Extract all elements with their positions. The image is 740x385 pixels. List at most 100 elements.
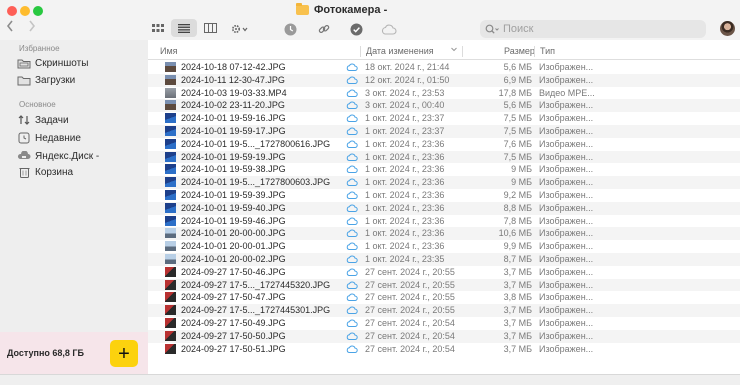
zoom-window-button[interactable] — [33, 6, 43, 16]
table-row[interactable]: 2024-10-01 19-5..._1727800616.JPG 1 окт. … — [148, 138, 740, 151]
table-row[interactable]: 2024-10-18 07-12-42.JPG 18 окт. 2024 г., … — [148, 61, 740, 74]
cloud-icon — [346, 202, 358, 214]
file-type: Изображен... — [539, 253, 594, 264]
photo-red-icon — [165, 279, 176, 290]
cloud-icon — [346, 138, 358, 150]
file-name: 2024-10-18 07-12-42.JPG — [181, 62, 286, 72]
cloud-icon — [346, 112, 358, 124]
table-row[interactable]: 2024-10-02 23-11-20.JPG 3 окт. 2024 г., 0… — [148, 99, 740, 113]
cloud-icon — [346, 74, 358, 86]
cloud-icon — [346, 215, 358, 227]
table-row[interactable]: 2024-10-01 19-59-16.JPG 1 окт. 2024 г., 2… — [148, 112, 740, 125]
photo-blue-icon — [165, 189, 176, 200]
cloud-icon — [381, 24, 397, 35]
table-row[interactable]: 2024-09-27 17-5..._1727445320.JPG 27 сент… — [148, 278, 740, 292]
table-row[interactable]: 2024-10-01 19-59-38.JPG 1 окт. 2024 г., 2… — [148, 163, 740, 176]
table-row[interactable]: 2024-10-01 19-59-19.JPG 1 окт. 2024 г., 2… — [148, 150, 740, 164]
grid-view-icon — [152, 23, 164, 32]
file-name: 2024-10-01 19-59-46.JPG — [181, 215, 286, 226]
chevron-right-icon[interactable] — [28, 20, 36, 36]
column-type[interactable]: Тип — [540, 46, 555, 56]
table-row[interactable]: 2024-10-01 19-59-40.JPG 1 окт. 2024 г., 2… — [148, 201, 740, 215]
column-size[interactable]: Размер — [504, 46, 535, 56]
column-divider[interactable] — [534, 46, 535, 57]
cloud-icon — [346, 291, 358, 303]
close-window-button[interactable] — [7, 6, 17, 16]
minimize-window-button[interactable] — [20, 6, 30, 16]
file-type: Изображен... — [539, 279, 594, 290]
cloud-icon — [346, 266, 358, 278]
file-size: 3,7 МБ — [503, 330, 532, 341]
photo-portrait-icon — [165, 74, 176, 85]
sidebar-item-label: Недавние — [35, 132, 81, 144]
plus-icon: + — [118, 342, 130, 365]
recents-button[interactable] — [282, 20, 298, 38]
table-row[interactable]: 2024-09-27 17-50-50.JPG 27 сент. 2024 г.,… — [148, 329, 740, 343]
photo-portrait-icon — [165, 62, 176, 72]
cloud-icon — [346, 151, 358, 163]
avatar[interactable] — [720, 21, 735, 36]
table-row[interactable]: 2024-10-11 12-30-47.JPG 12 окт. 2024 г., … — [148, 73, 740, 87]
table-row[interactable]: 2024-10-01 20-00-02.JPG 1 окт. 2024 г., 2… — [148, 252, 740, 266]
cloud-icon — [346, 227, 358, 239]
clock-icon — [284, 23, 296, 35]
table-row[interactable]: 2024-09-27 17-5..._1727445301.JPG 27 сент… — [148, 304, 740, 317]
window-title: Фотокамера - — [296, 3, 387, 17]
file-size: 7,5 МБ — [503, 113, 532, 124]
sidebar-item-tasks[interactable]: Задачи — [17, 112, 69, 128]
search-icon — [485, 24, 499, 34]
file-size: 3,7 МБ — [503, 317, 532, 328]
sidebar-item-recents[interactable]: Недавние — [17, 130, 81, 146]
photo-sky-icon — [165, 253, 176, 264]
grid-view-button[interactable] — [145, 19, 171, 37]
gear-menu-icon — [231, 24, 248, 34]
photo-blue-icon — [165, 215, 176, 226]
photo-blue-icon — [165, 164, 176, 175]
column-view-button[interactable] — [197, 19, 223, 37]
cloud-icon — [346, 176, 358, 188]
mark-done-button[interactable] — [348, 20, 364, 38]
chevron-left-icon[interactable] — [6, 20, 14, 36]
file-rows: 2024-10-18 07-12-42.JPG 18 окт. 2024 г., … — [148, 61, 740, 355]
sidebar-item-downloads[interactable]: Загрузки — [17, 72, 75, 88]
table-row[interactable]: 2024-10-01 19-59-39.JPG 1 окт. 2024 г., 2… — [148, 189, 740, 202]
file-size: 10,6 МБ — [498, 228, 532, 239]
table-row[interactable]: 2024-09-27 17-50-49.JPG 27 сент. 2024 г.,… — [148, 317, 740, 330]
list-view-button[interactable] — [171, 19, 197, 37]
file-name: 2024-10-03 19-03-33.MP4 — [181, 87, 287, 98]
sidebar-item-yandex-disk[interactable]: Яндекс.Диск - — [17, 148, 99, 164]
trash-icon — [17, 166, 31, 178]
file-name: 2024-09-27 17-5..._1727445320.JPG — [181, 279, 331, 290]
column-date[interactable]: Дата изменения — [366, 46, 434, 56]
file-type: Изображен... — [539, 177, 594, 188]
file-name: 2024-10-01 19-5..._1727800603.JPG — [181, 177, 331, 188]
table-row[interactable]: 2024-09-27 17-50-47.JPG 27 сент. 2024 г.,… — [148, 291, 740, 304]
column-divider[interactable] — [360, 46, 361, 57]
column-name[interactable]: Имя — [160, 46, 178, 56]
sidebar: Избранное Скриншоты Загрузки Основное За… — [0, 40, 148, 385]
cloud-button[interactable] — [380, 20, 398, 38]
photo-blue-icon — [165, 177, 176, 188]
table-row[interactable]: 2024-10-01 19-59-46.JPG 1 окт. 2024 г., 2… — [148, 215, 740, 228]
table-row[interactable]: 2024-09-27 17-50-51.JPG 27 сент. 2024 г.,… — [148, 343, 740, 356]
table-row[interactable]: 2024-09-27 17-50-46.JPG 27 сент. 2024 г.,… — [148, 266, 740, 279]
photo-sky-icon — [165, 241, 176, 252]
file-size: 5,6 МБ — [503, 100, 532, 111]
add-button[interactable]: + — [110, 340, 138, 367]
view-mode-group — [145, 19, 223, 37]
sidebar-item-trash[interactable]: Корзина — [17, 164, 73, 180]
file-size: 9,2 МБ — [503, 189, 532, 200]
file-size: 3,8 МБ — [503, 292, 532, 303]
table-row[interactable]: 2024-10-01 20-00-01.JPG 1 окт. 2024 г., 2… — [148, 240, 740, 253]
sidebar-item-screenshots[interactable]: Скриншоты — [17, 55, 88, 71]
gear-menu-button[interactable] — [230, 20, 250, 38]
table-row[interactable]: 2024-10-03 19-03-33.MP4 3 окт. 2024 г., 2… — [148, 87, 740, 100]
search-field[interactable]: Поиск — [480, 20, 706, 38]
file-type: Изображен... — [539, 100, 594, 111]
table-row[interactable]: 2024-10-01 19-5..._1727800603.JPG 1 окт. … — [148, 176, 740, 189]
table-row[interactable]: 2024-10-01 19-59-17.JPG 1 окт. 2024 г., 2… — [148, 124, 740, 138]
share-link-button[interactable] — [316, 20, 332, 38]
table-row[interactable]: 2024-10-01 20-00-00.JPG 1 окт. 2024 г., 2… — [148, 227, 740, 241]
column-divider[interactable] — [462, 46, 463, 57]
photo-red-icon — [165, 266, 176, 277]
